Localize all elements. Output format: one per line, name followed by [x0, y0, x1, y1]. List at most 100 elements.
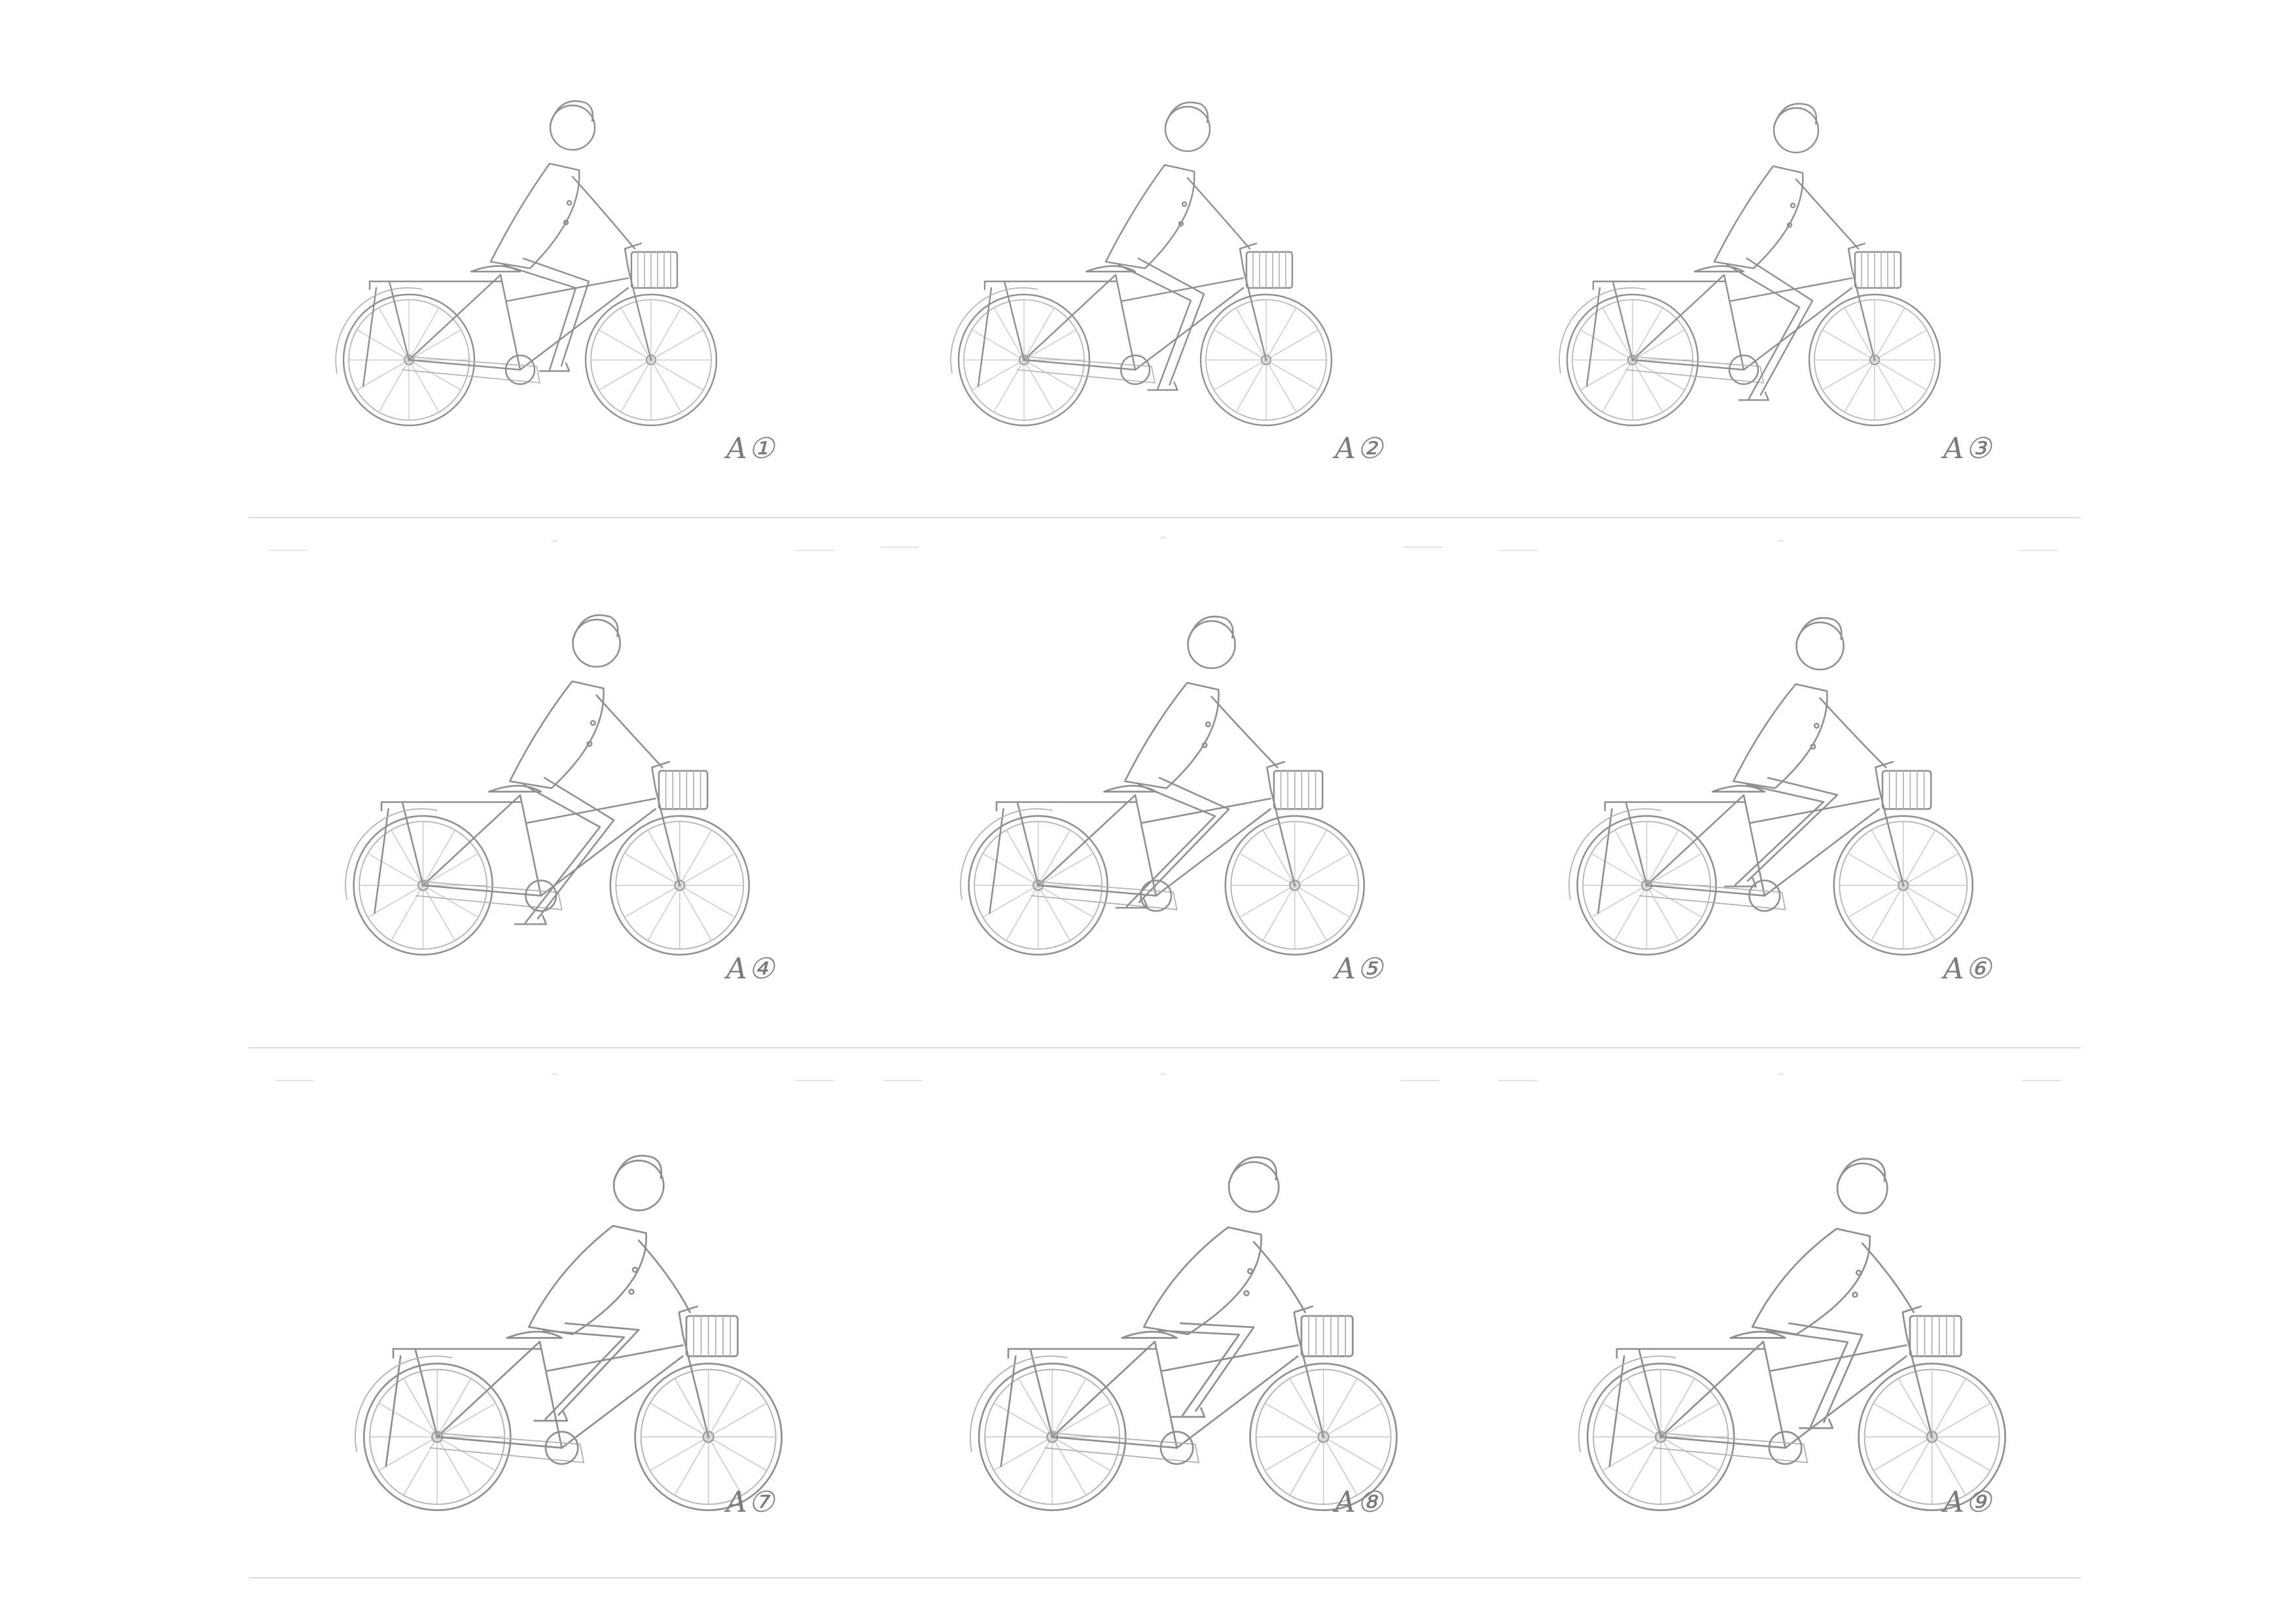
animation-sheet: A① A② A③ A④ A⑤ A⑥ A⑦ A⑧ A⑨ [0, 0, 2296, 1623]
torso-shirt [1142, 1226, 1262, 1336]
frame-a9: A⑨ [1469, 1060, 2077, 1589]
torso-shirt [1751, 1228, 1871, 1336]
arm [637, 1240, 691, 1313]
frame-a5: A⑤ [860, 530, 1469, 1059]
spoke [1898, 1378, 1933, 1437]
leg-thigh [1766, 1329, 1849, 1428]
spoke [1848, 853, 1904, 886]
shoe [539, 362, 571, 372]
spoke [1018, 1436, 1053, 1496]
spoke [423, 853, 479, 886]
spoke [1646, 853, 1703, 886]
torso-shirt [489, 162, 580, 270]
spoke [1265, 308, 1297, 361]
leg-outline [557, 1322, 640, 1416]
shirt-button [1855, 1270, 1862, 1276]
cyclist-group [355, 1154, 783, 1511]
spoke [423, 885, 455, 941]
spoke [1294, 885, 1351, 918]
peg-hole [1159, 1073, 1166, 1079]
spoke [1323, 1436, 1383, 1471]
spoke [1006, 885, 1039, 941]
spoke [1265, 359, 1297, 412]
spoke [620, 359, 652, 412]
spoke [1903, 830, 1936, 886]
spoke [650, 308, 682, 361]
spoke [403, 1436, 438, 1496]
spoke [1660, 1436, 1695, 1496]
spoke [1235, 308, 1267, 361]
spoke [1871, 830, 1904, 886]
cyclist-group [335, 100, 718, 427]
frame-a4: A④ [252, 530, 860, 1059]
cyclist-group [345, 614, 751, 956]
spoke [1822, 329, 1875, 361]
arm [1210, 696, 1279, 768]
spoke [1294, 885, 1328, 941]
spoke [1874, 329, 1927, 361]
shirt-button [1852, 1291, 1858, 1298]
frame-label: A⑧ [1335, 1486, 1385, 1519]
rear-triangle [1631, 274, 1745, 371]
spoke [674, 1436, 709, 1496]
spoke [1848, 885, 1904, 918]
saddle [1121, 1330, 1178, 1339]
spoke [1591, 853, 1647, 886]
head [1773, 107, 1820, 154]
spoke [1844, 308, 1875, 361]
spoke [408, 308, 440, 361]
spoke [679, 885, 713, 941]
arm [1252, 1241, 1306, 1313]
shoe [1738, 391, 1770, 401]
rear-rack [362, 280, 502, 387]
peg-mark [1400, 1080, 1439, 1081]
rear-triangle [1023, 274, 1137, 371]
frame-a2: A② [860, 0, 1469, 529]
spoke [1023, 308, 1055, 361]
leg-thigh [1118, 264, 1192, 390]
spoke [1874, 359, 1927, 391]
arm [571, 175, 636, 250]
spoke [679, 885, 735, 918]
saddle [506, 1330, 563, 1339]
spoke [1660, 1402, 1720, 1438]
spoke [403, 1378, 438, 1437]
spoke [1239, 853, 1296, 886]
shirt-button [1201, 742, 1208, 749]
spoke [1265, 1436, 1324, 1471]
cyclist-group [1568, 616, 1974, 956]
head [1164, 105, 1211, 152]
spoke [708, 1436, 768, 1471]
cyclist-group [970, 1156, 1398, 1511]
arm [1795, 178, 1860, 250]
spoke [1932, 1436, 1991, 1471]
peg-hole [1778, 1073, 1784, 1079]
spoke [1262, 885, 1296, 941]
rear-rack [374, 801, 521, 914]
rear-rack [1608, 1347, 1765, 1467]
spoke [391, 830, 424, 886]
frame-a3: A③ [1469, 0, 2077, 529]
cyclist-group [960, 615, 1366, 956]
spoke [620, 308, 652, 361]
peg-mark [795, 1080, 834, 1081]
spoke [674, 1378, 709, 1437]
spoke [1871, 885, 1904, 941]
spoke [408, 359, 440, 412]
peg-hole [551, 540, 557, 545]
torso-shirt [508, 680, 605, 789]
peg-mark [1498, 1080, 1538, 1081]
frame-label: A⑦ [726, 1486, 776, 1519]
spoke [982, 853, 1038, 886]
spoke [708, 1402, 768, 1438]
spoke [1932, 1402, 1991, 1438]
peg-mark [2019, 550, 2058, 551]
spoke [1614, 885, 1648, 941]
shirt-button [631, 1266, 639, 1273]
shoe [1171, 1407, 1206, 1418]
peg-hole [1159, 537, 1166, 542]
spoke [1632, 308, 1663, 361]
spoke [1903, 853, 1959, 886]
spoke [1614, 830, 1648, 886]
spoke [972, 329, 1025, 361]
